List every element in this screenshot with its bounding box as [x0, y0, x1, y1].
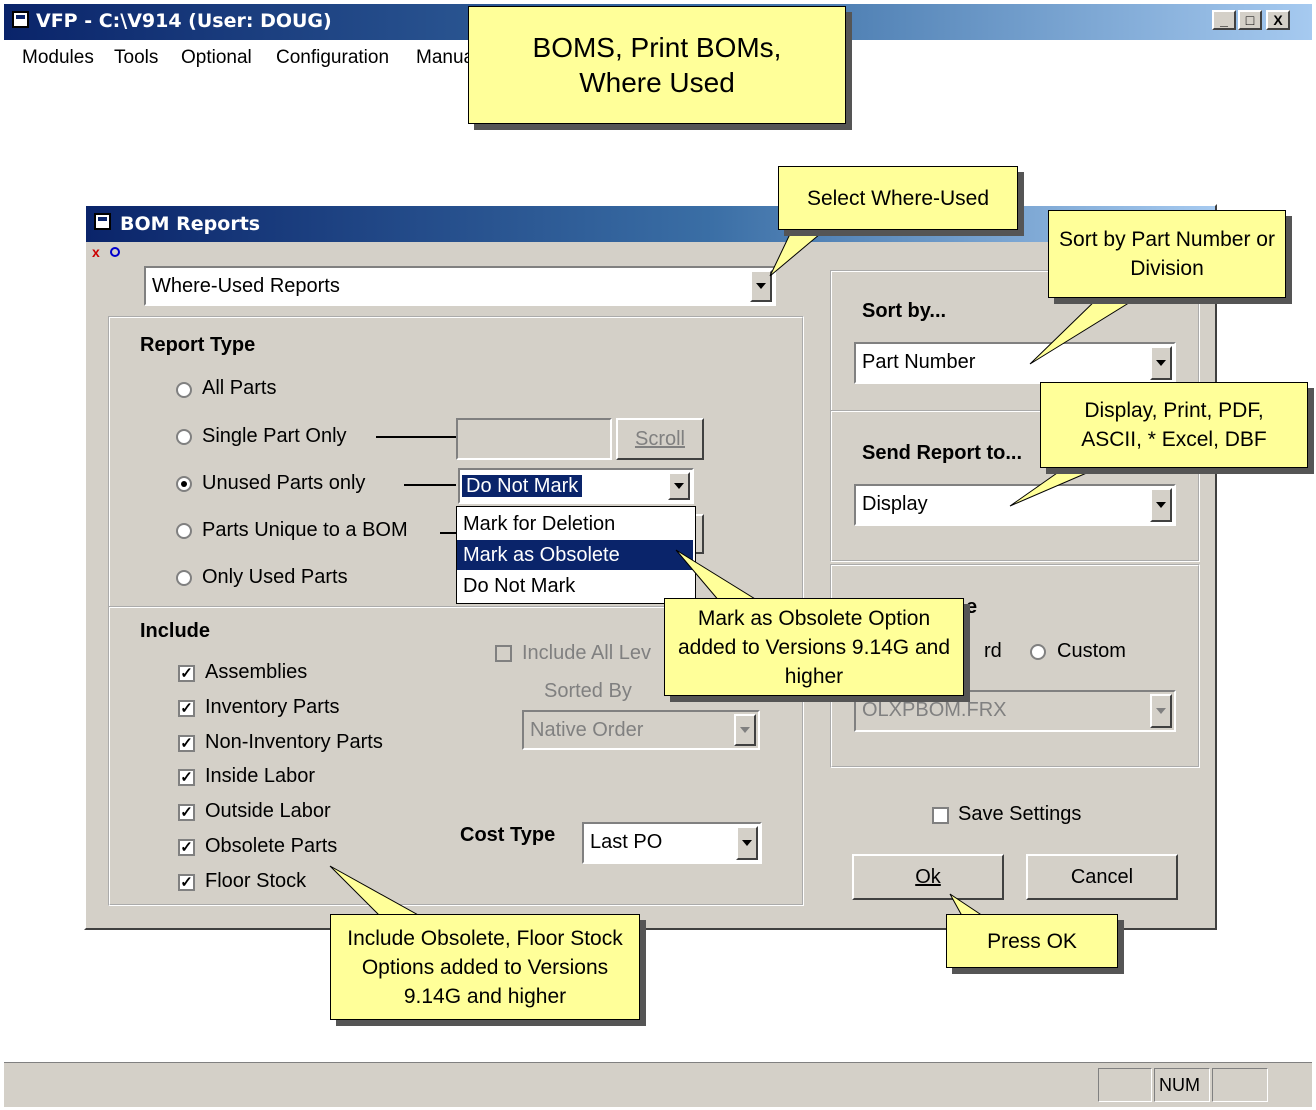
tail-select-where-used: [769, 233, 822, 277]
callout-tails: [329, 233, 1142, 935]
callout-send-to: Display, Print, PDF, ASCII, * Excel, DBF: [1040, 382, 1308, 468]
callout-sort-by: Sort by Part Number or Division: [1048, 210, 1286, 298]
tail-sort-by: [1029, 295, 1142, 365]
callout-main: BOMS, Print BOMs, Where Used: [468, 6, 846, 124]
tail-include-options: [329, 865, 422, 917]
callout-obsolete-option: Mark as Obsolete Option added to Version…: [664, 598, 964, 696]
callout-select-where-used: Select Where-Used: [778, 166, 1018, 230]
callout-include-options: Include Obsolete, Floor Stock Options ad…: [330, 914, 640, 1020]
tail-obsolete-option: [675, 549, 762, 603]
callout-press-ok: Press OK: [946, 914, 1118, 968]
